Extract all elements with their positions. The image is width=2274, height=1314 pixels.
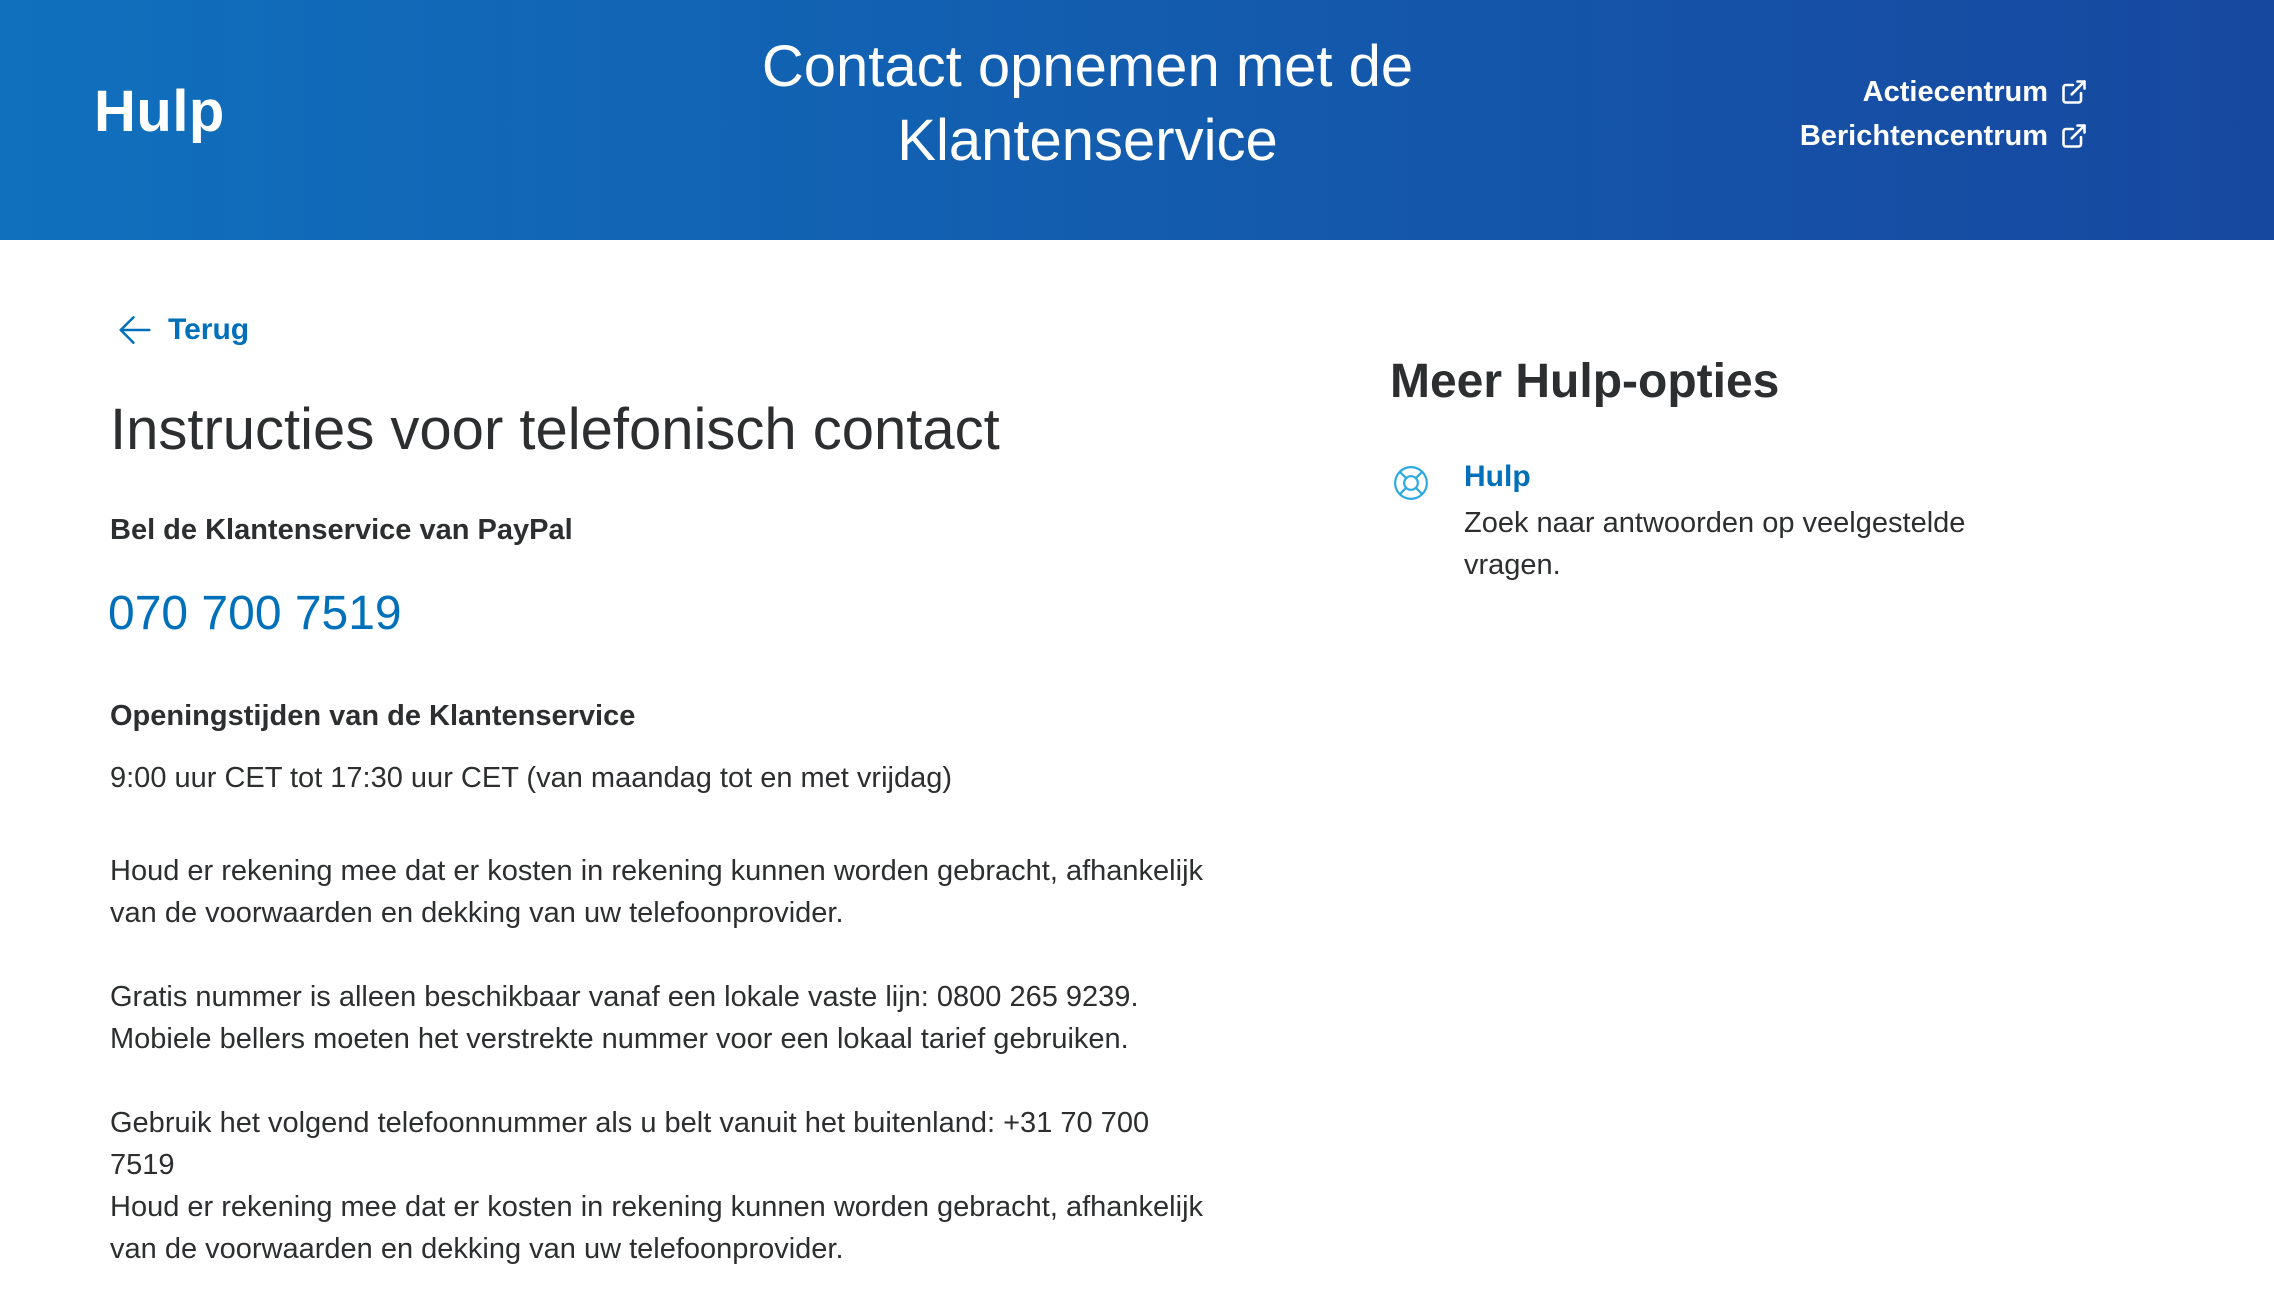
paragraph-line: van de voorwaarden en dekking van uw tel… <box>110 897 844 929</box>
sidebar-title: Meer Hulp-opties <box>1390 355 1780 408</box>
help-option-description: Zoek naar antwoorden op veelgestelde vra… <box>1464 502 2024 586</box>
phone-number-link[interactable]: 070 700 7519 <box>108 586 402 641</box>
arrow-left-icon <box>119 316 151 344</box>
help-option-link[interactable]: Hulp <box>1464 460 1531 494</box>
page-header: Hulp Contact opnemen met de Klantenservi… <box>0 0 2274 240</box>
action-center-label: Actiecentrum <box>1862 76 2048 108</box>
lifebuoy-icon <box>1394 466 1428 500</box>
action-center-link[interactable]: Actiecentrum <box>1800 70 2088 114</box>
back-link[interactable]: Terug <box>116 311 249 349</box>
header-links: Actiecentrum Berichtencentrum <box>1800 70 2088 158</box>
call-heading: Bel de Klantenservice van PayPal <box>110 514 573 546</box>
paragraph-line: Mobiele bellers moeten het verstrekte nu… <box>110 1023 1129 1055</box>
hours-text: 9:00 uur CET tot 17:30 uur CET (van maan… <box>110 762 952 794</box>
header-title: Contact opnemen met de Klantenservice <box>761 34 1414 173</box>
external-link-icon <box>2062 124 2086 148</box>
description-line: vragen. <box>1464 549 1561 581</box>
cost-notice-paragraph: Houd er rekening mee dat er kosten in re… <box>110 850 1240 934</box>
back-label: Terug <box>168 313 250 346</box>
message-center-label: Berichtencentrum <box>1799 120 2048 152</box>
page-title: Instructies voor telefonisch contact <box>110 397 1000 462</box>
paragraph-line: Gratis nummer is alleen beschikbaar vana… <box>110 981 1139 1013</box>
paragraph-line: 7519 <box>110 1149 175 1181</box>
paragraph-line: Houd er rekening mee dat er kosten in re… <box>110 1191 1204 1223</box>
description-line: Zoek naar antwoorden op veelgestelde <box>1464 507 1966 539</box>
hours-heading: Openingstijden van de Klantenservice <box>110 700 636 732</box>
paragraph-line: Houd er rekening mee dat er kosten in re… <box>110 855 1204 887</box>
free-number-paragraph: Gratis nummer is alleen beschikbaar vana… <box>110 976 1240 1060</box>
message-center-link[interactable]: Berichtencentrum <box>1800 114 2088 158</box>
abroad-paragraph: Gebruik het volgend telefoonnummer als u… <box>110 1102 1240 1270</box>
brand-title[interactable]: Hulp <box>94 78 225 145</box>
paragraph-line: Gebruik het volgend telefoonnummer als u… <box>110 1107 1150 1139</box>
paragraph-line: van de voorwaarden en dekking van uw tel… <box>110 1233 844 1265</box>
external-link-icon <box>2062 80 2086 104</box>
